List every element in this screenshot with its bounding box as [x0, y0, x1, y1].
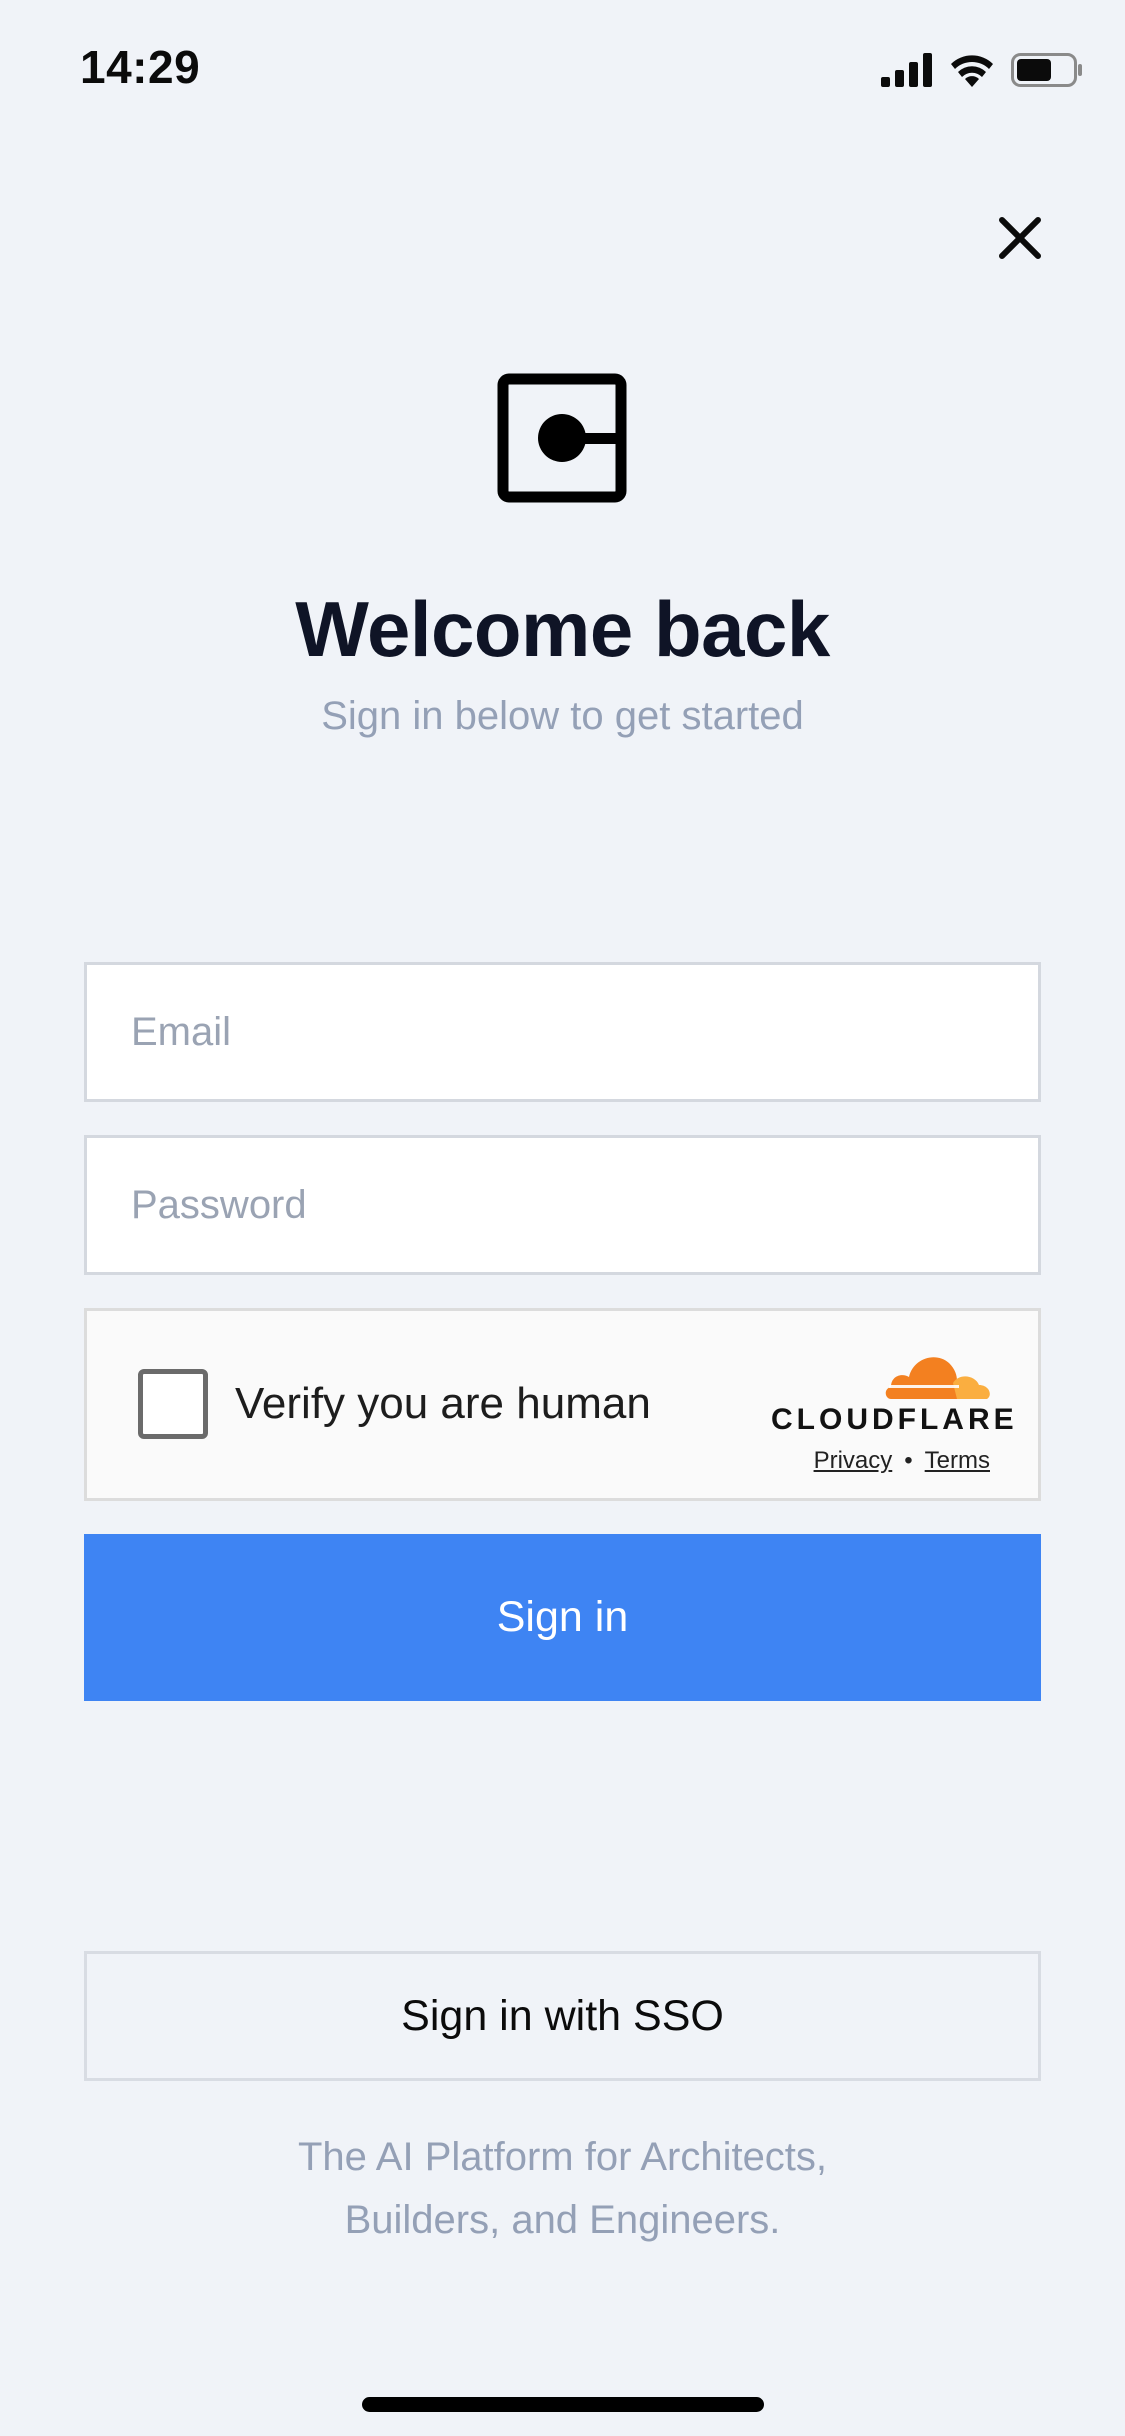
sign-in-sso-button[interactable]: Sign in with SSO	[84, 1951, 1041, 2081]
cloudflare-wordmark: CLOUDFLARE	[771, 1403, 1018, 1436]
tagline: The AI Platform for Architects, Builders…	[0, 2126, 1125, 2252]
wifi-icon	[951, 55, 993, 87]
terms-link[interactable]: Terms	[925, 1447, 990, 1475]
cloudflare-cloud-icon	[885, 1357, 990, 1399]
email-field[interactable]	[84, 962, 1041, 1102]
page-title: Welcome back	[295, 585, 830, 673]
cloudflare-turnstile-widget: Verify you are human CLOUDFLARE Privacy …	[84, 1308, 1041, 1501]
privacy-link[interactable]: Privacy	[814, 1447, 893, 1475]
sign-in-sso-label: Sign in with SSO	[401, 1991, 724, 2040]
sign-in-button[interactable]: Sign in	[84, 1534, 1041, 1701]
close-button[interactable]	[990, 208, 1050, 268]
tagline-line-1: The AI Platform for Architects,	[297, 2135, 828, 2179]
cloudflare-links: Privacy • Terms	[814, 1447, 990, 1475]
home-indicator[interactable]	[362, 2397, 764, 2412]
battery-icon	[1011, 53, 1082, 87]
app-logo	[496, 372, 628, 504]
app-logo-icon	[497, 373, 627, 503]
status-time: 14:29	[80, 41, 201, 93]
close-icon	[999, 217, 1041, 259]
status-bar: 14:29	[0, 0, 1125, 135]
cellular-signal-icon	[881, 53, 932, 87]
verify-human-checkbox[interactable]	[138, 1369, 208, 1439]
sign-in-button-label: Sign in	[496, 1593, 629, 1641]
verify-human-label: Verify you are human	[235, 1379, 651, 1428]
link-separator: •	[904, 1447, 913, 1474]
status-icons	[881, 50, 1083, 90]
password-field[interactable]	[84, 1135, 1041, 1275]
page-subtitle: Sign in below to get started	[321, 694, 804, 738]
tagline-line-2: Builders, and Engineers.	[344, 2198, 781, 2242]
